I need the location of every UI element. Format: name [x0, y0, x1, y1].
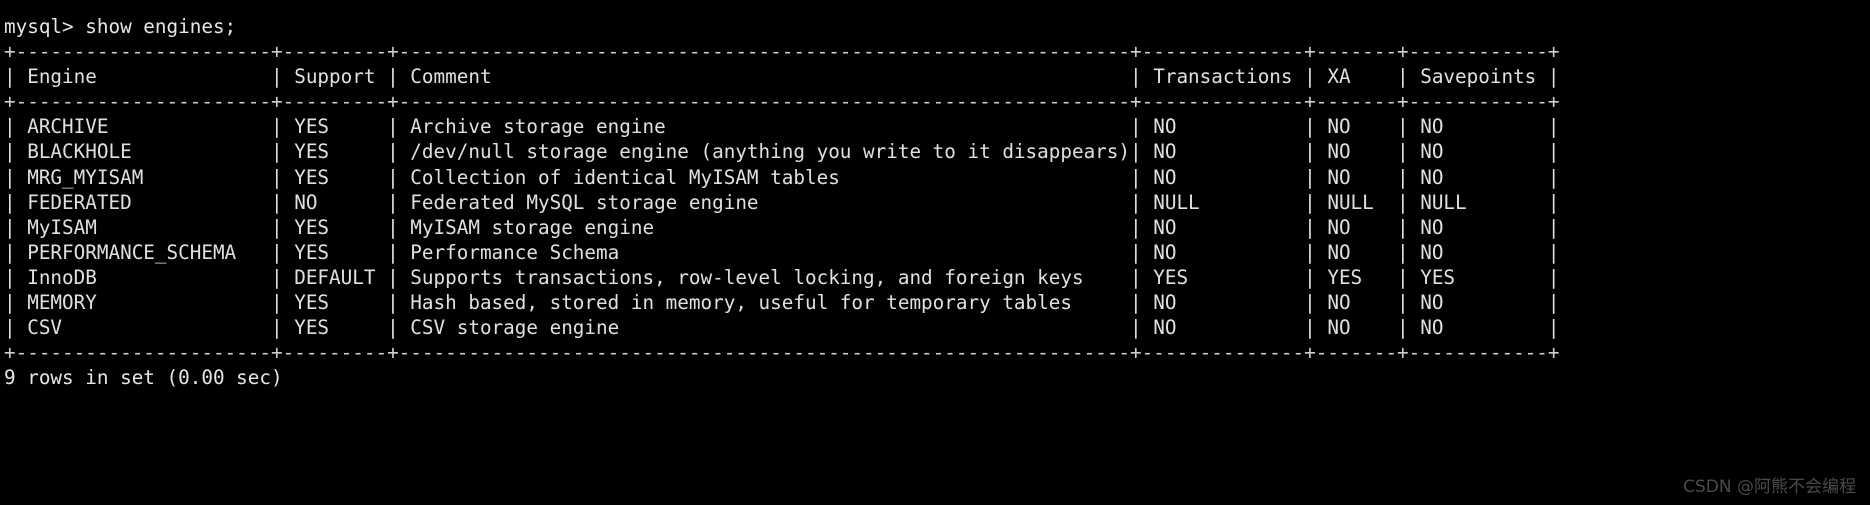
console-line: +----------------------+---------+------…: [4, 40, 1560, 64]
console-line: 9 rows in set (0.00 sec): [4, 366, 283, 390]
console-line: | FEDERATED | NO | Federated MySQL stora…: [4, 190, 1560, 214]
console-output: mysql> show engines; +------------------…: [0, 0, 1870, 390]
console-line: | InnoDB | DEFAULT | Supports transactio…: [4, 265, 1560, 289]
console-line: | CSV | YES | CSV storage engine | NO | …: [4, 316, 1560, 340]
console-line: | PERFORMANCE_SCHEMA | YES | Performance…: [4, 240, 1560, 264]
terminal-window[interactable]: mysql> show engines; +------------------…: [0, 0, 1870, 505]
console-line: +----------------------+---------+------…: [4, 90, 1560, 114]
console-line: | MEMORY | YES | Hash based, stored in m…: [4, 291, 1560, 315]
console-line: | ARCHIVE | YES | Archive storage engine…: [4, 115, 1560, 139]
watermark: CSDN @阿熊不会编程: [1683, 477, 1856, 497]
console-line: | Engine | Support | Comment | Transacti…: [4, 65, 1560, 89]
console-line: | BLACKHOLE | YES | /dev/null storage en…: [4, 140, 1560, 164]
console-line: +----------------------+---------+------…: [4, 341, 1560, 365]
console-line: mysql> show engines;: [4, 15, 237, 38]
console-line: | MyISAM | YES | MyISAM storage engine |…: [4, 215, 1560, 239]
console-line: | MRG_MYISAM | YES | Collection of ident…: [4, 165, 1560, 189]
